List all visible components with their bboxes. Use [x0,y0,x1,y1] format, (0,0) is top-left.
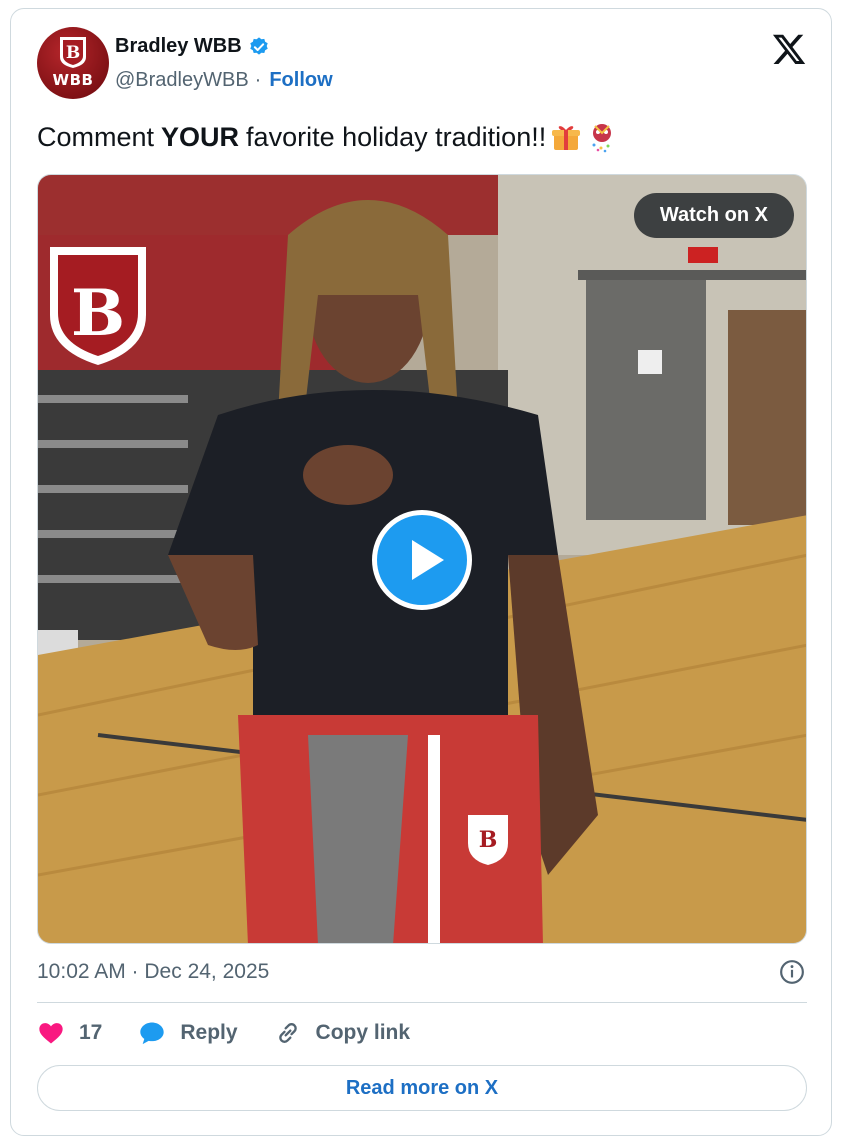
reply-label: Reply [180,1021,238,1044]
play-button[interactable] [372,510,472,610]
copy-link-button[interactable]: Copy link [274,1019,411,1047]
bradley-crest-logo: B [60,37,86,68]
gift-emoji-icon [552,126,581,150]
play-icon [412,540,444,580]
tweet-card: B WBB Bradley WBB @BradleyWBB · Follow C… [10,8,832,1136]
follow-button[interactable]: Follow [269,69,332,92]
copy-link-label: Copy link [315,1021,411,1044]
author-handle[interactable]: @BradleyWBB [115,69,249,92]
heart-icon [39,1023,63,1044]
author-name[interactable]: Bradley WBB [115,35,242,58]
action-bar: 17 Reply Copy link [37,1019,446,1047]
svg-text:B: B [479,827,498,853]
like-button[interactable]: 17 [37,1019,102,1047]
verified-badge-icon [249,36,268,55]
x-logo-icon[interactable] [771,31,807,67]
tweet-text-start: Comment [37,122,155,152]
read-more-button[interactable]: Read more on X [37,1065,807,1111]
tweet-timestamp[interactable]: 10:02 AM · Dec 24, 2025 [37,960,269,984]
party-popper-emoji-icon [592,124,612,153]
reply-button[interactable]: Reply [138,1019,238,1047]
avatar[interactable]: B WBB [37,27,109,99]
avatar-label: WBB [52,71,94,89]
link-icon [278,1023,297,1043]
video-player[interactable]: B B Watch on X [37,174,807,944]
info-icon[interactable] [779,959,805,985]
svg-text:B: B [71,276,125,351]
like-count: 17 [79,1021,103,1044]
svg-text:B: B [66,43,80,63]
tweet-text: Comment YOUR favorite holiday tradition!… [37,119,618,155]
divider [37,1002,807,1003]
tweet-text-bold: YOUR [161,122,240,152]
tweet-text-end: favorite holiday tradition!! [246,122,547,152]
watch-on-x-button[interactable]: Watch on X [633,193,794,238]
handle-separator: · [254,69,262,91]
reply-bubble-icon [140,1022,165,1045]
